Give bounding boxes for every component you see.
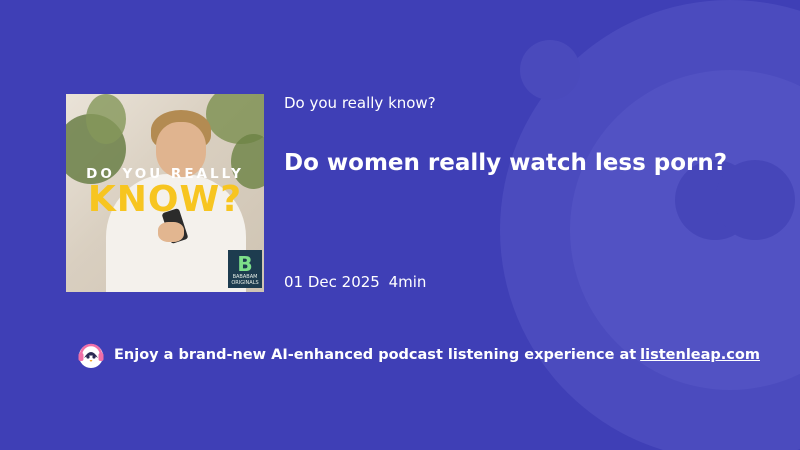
- publisher-logo-text: BABABAM ORIGINALS: [231, 274, 259, 286]
- cover-title-line2: KNOW?: [87, 179, 243, 220]
- show-name[interactable]: Do you really know?: [284, 94, 436, 112]
- plant-decoration: [86, 94, 126, 144]
- promo-banner: Enjoy a brand-new AI-enhanced podcast li…: [76, 340, 760, 370]
- penguin-headphones-icon: [78, 343, 104, 368]
- promo-text: Enjoy a brand-new AI-enhanced podcast li…: [114, 347, 637, 363]
- episode-title[interactable]: Do women really watch less porn?: [284, 150, 727, 176]
- person-hand: [158, 222, 184, 242]
- episode-duration: 4min: [388, 273, 427, 291]
- publisher-logo: B BABABAM ORIGINALS: [228, 250, 262, 288]
- publisher-logo-letter: B: [237, 252, 253, 276]
- podcast-cover-art[interactable]: DO YOU REALLY KNOW? B BABABAM ORIGINALS: [66, 94, 264, 292]
- listenleap-link[interactable]: listenleap.com: [640, 347, 760, 363]
- watermark-logo-icon: [500, 0, 800, 450]
- episode-meta: 01 Dec 2025 4min: [284, 273, 426, 291]
- episode-date: 01 Dec 2025: [284, 273, 380, 291]
